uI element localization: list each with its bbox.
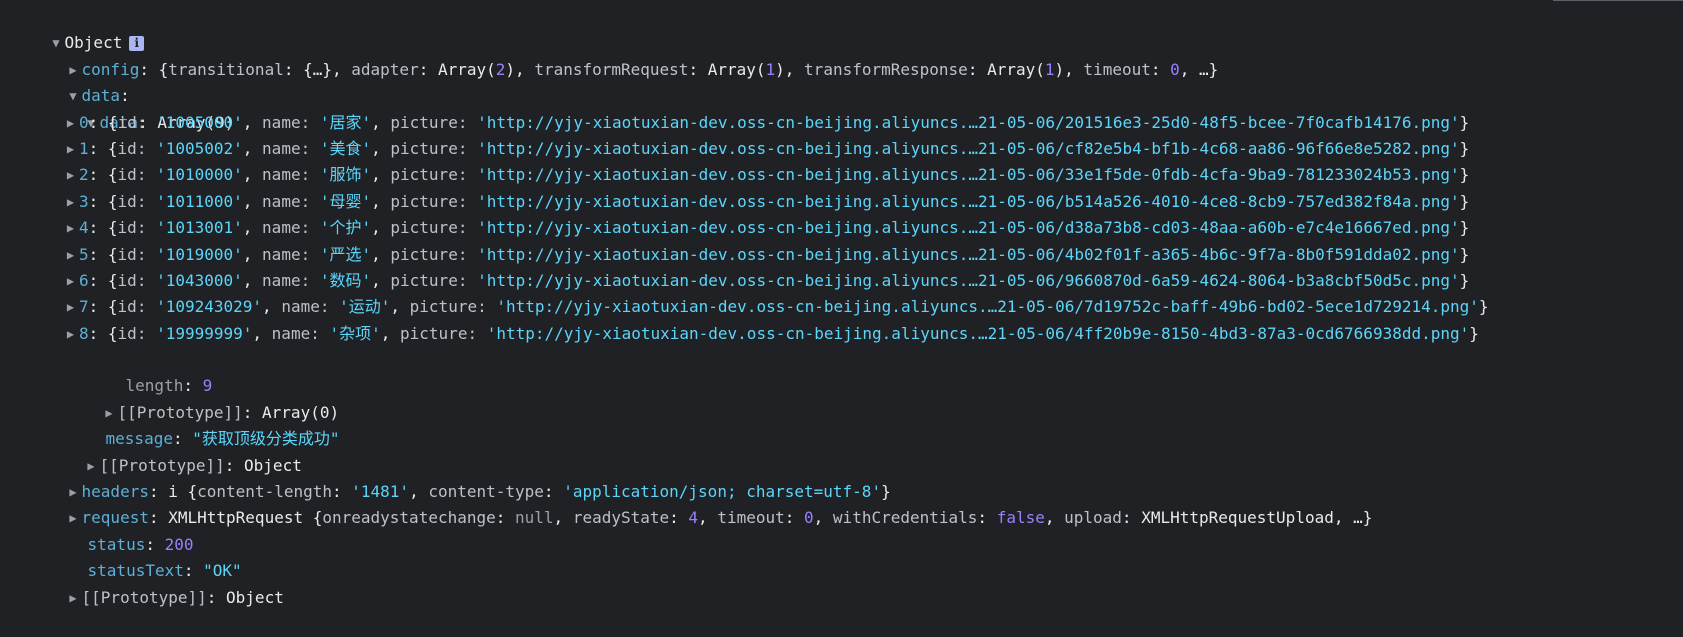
item-picture: 'http://yjy-xiaotuxian-dev.oss-cn-beijin… <box>477 270 1460 290</box>
item-id: '109243029' <box>156 297 263 317</box>
tree-row-length: ▶length: 9 <box>125 376 213 396</box>
tree-row-array-item[interactable]: ▶ 0: {id: '1005000', name: '居家', picture:… <box>0 110 1683 136</box>
tree-row-data[interactable]: ▼ data: <box>0 57 1683 105</box>
triangle-collapsed-icon[interactable]: ▶ <box>62 294 79 320</box>
item-name: '母婴' <box>319 191 372 211</box>
item-id: '1013001' <box>156 218 243 238</box>
triangle-collapsed-icon[interactable]: ▶ <box>62 268 79 294</box>
item-id: '1043000' <box>156 270 243 290</box>
item-name: '美食' <box>319 138 372 158</box>
item-name: '严选' <box>319 244 372 264</box>
item-name: '服饰' <box>319 165 372 185</box>
item-index: 7 <box>79 297 89 317</box>
item-index: 4 <box>79 218 89 238</box>
tree-row-status: ▶status: 200 <box>87 534 194 554</box>
tree-row-message: ▶message: "获取顶级分类成功" <box>105 429 340 449</box>
triangle-collapsed-icon[interactable]: ▶ <box>62 189 79 215</box>
tree-row-array-item[interactable]: ▶ 5: {id: '1019000', name: '严选', picture:… <box>0 242 1683 268</box>
item-id: '19999999' <box>156 323 253 343</box>
item-picture: 'http://yjy-xiaotuxian-dev.oss-cn-beijin… <box>477 218 1460 238</box>
property-key: [[Prototype]] <box>81 587 207 607</box>
item-picture: 'http://yjy-xiaotuxian-dev.oss-cn-beijin… <box>477 112 1460 132</box>
item-name: '数码' <box>319 270 372 290</box>
item-index: 3 <box>79 191 89 211</box>
triangle-collapsed-icon[interactable]: ▶ <box>62 136 79 162</box>
console-object-tree: ▼ Object i ▶ config: {transitional: {…}, ad… <box>0 4 1683 607</box>
triangle-collapsed-icon[interactable]: ▶ <box>65 585 82 611</box>
item-index: 6 <box>79 270 89 290</box>
tree-row-statustext: ▶statusText: "OK" <box>87 561 242 581</box>
array-items: ▶ 0: {id: '1005000', name: '居家', picture:… <box>0 110 1683 348</box>
item-index: 5 <box>79 244 89 264</box>
item-name: '杂项' <box>329 323 381 343</box>
item-picture: 'http://yjy-xiaotuxian-dev.oss-cn-beijin… <box>486 323 1470 343</box>
triangle-collapsed-icon[interactable]: ▶ <box>62 321 79 347</box>
tree-row-root-prototype[interactable]: ▶ [[Prototype]]: Object <box>0 558 1683 607</box>
tree-row-array-item[interactable]: ▶ 6: {id: '1043000', name: '数码', picture:… <box>0 268 1683 294</box>
item-id: '1011000' <box>156 191 243 211</box>
item-name: '居家' <box>319 112 372 132</box>
item-picture: 'http://yjy-xiaotuxian-dev.oss-cn-beijin… <box>477 244 1460 264</box>
triangle-collapsed-icon[interactable]: ▶ <box>62 162 79 188</box>
item-picture: 'http://yjy-xiaotuxian-dev.oss-cn-beijin… <box>496 297 1479 317</box>
tree-row-array-item[interactable]: ▶ 3: {id: '1011000', name: '母婴', picture:… <box>0 189 1683 215</box>
tree-row-data-prototype[interactable]: ▶ [[Prototype]]: Object <box>0 426 1683 475</box>
item-id: '1010000' <box>156 165 243 185</box>
item-id: '1005000' <box>156 112 243 132</box>
tree-row-array-item[interactable]: ▶ 2: {id: '1010000', name: '服饰', picture:… <box>0 162 1683 188</box>
item-name: '个护' <box>319 218 372 238</box>
triangle-collapsed-icon[interactable]: ▶ <box>62 242 79 268</box>
triangle-collapsed-icon[interactable]: ▶ <box>62 110 79 136</box>
item-name: '运动' <box>339 297 391 317</box>
tree-row-array-item[interactable]: ▶ 8: {id: '19999999', name: '杂项', picture… <box>0 321 1683 347</box>
tree-row-headers[interactable]: ▶ headers: i {content-length: '1481', con… <box>0 453 1683 501</box>
item-picture: 'http://yjy-xiaotuxian-dev.oss-cn-beijin… <box>477 191 1460 211</box>
item-index: 8 <box>79 323 89 343</box>
tree-row-array-prototype[interactable]: ▶ [[Prototype]]: Array(0) <box>0 373 1683 422</box>
item-picture: 'http://yjy-xiaotuxian-dev.oss-cn-beijin… <box>477 138 1460 158</box>
panel-divider <box>1553 0 1683 1</box>
item-picture: 'http://yjy-xiaotuxian-dev.oss-cn-beijin… <box>477 165 1460 185</box>
tree-row-array-item[interactable]: ▶ 1: {id: '1005002', name: '美食', picture:… <box>0 136 1683 162</box>
triangle-collapsed-icon[interactable]: ▶ <box>62 215 79 241</box>
tree-row-data-array[interactable]: ▼ data: Array(9) <box>0 83 1683 132</box>
item-index: 1 <box>79 138 89 158</box>
item-index: 0 <box>79 112 89 132</box>
item-index: 2 <box>79 165 89 185</box>
item-id: '1005002' <box>156 138 243 158</box>
prototype-value: Object <box>226 587 284 607</box>
tree-row-request[interactable]: ▶ request: XMLHttpRequest {onreadystatech… <box>0 479 1683 527</box>
tree-row-array-item[interactable]: ▶ 7: {id: '109243029', name: '运动', pictur… <box>0 294 1683 320</box>
tree-row-config[interactable]: ▶ config: {transitional: {…}, adapter: Ar… <box>0 30 1683 79</box>
tree-row-array-item[interactable]: ▶ 4: {id: '1013001', name: '个护', picture:… <box>0 215 1683 241</box>
tree-root-row[interactable]: ▼ Object i <box>0 4 1683 52</box>
item-id: '1019000' <box>156 244 243 264</box>
